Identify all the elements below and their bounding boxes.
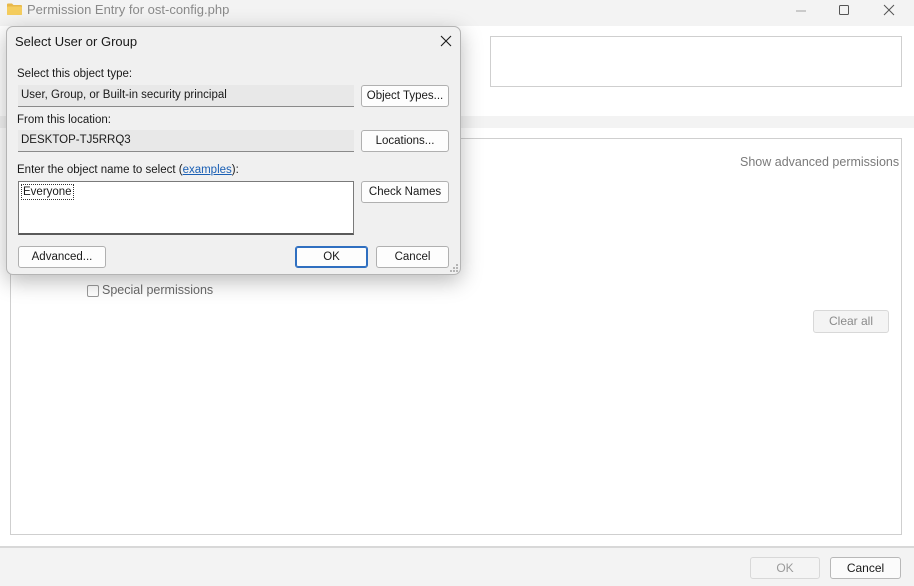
clear-all-button[interactable]: Clear all — [813, 310, 889, 333]
dialog-title: Select User or Group — [15, 34, 138, 49]
show-advanced-permissions-link[interactable]: Show advanced permissions — [740, 155, 899, 169]
dialog-close-button[interactable] — [433, 30, 459, 52]
object-name-input[interactable]: Everyone — [18, 181, 354, 235]
location-label: From this location: — [17, 114, 111, 126]
principal-group-box — [490, 36, 902, 87]
footer-divider — [0, 546, 914, 548]
maximize-icon — [839, 5, 849, 15]
object-type-field: User, Group, or Built-in security princi… — [18, 85, 354, 107]
locations-button[interactable]: Locations... — [361, 130, 449, 152]
permission-cancel-button[interactable]: Cancel — [830, 557, 901, 579]
object-type-label: Select this object type: — [17, 68, 133, 80]
cancel-button[interactable]: Cancel — [376, 246, 449, 268]
object-name-value: Everyone — [21, 184, 74, 200]
select-user-or-group-dialog: Select User or Group Select this object … — [6, 26, 461, 275]
resize-grip-icon[interactable] — [447, 261, 459, 273]
close-icon — [440, 35, 452, 47]
permission-ok-button[interactable]: OK — [750, 557, 820, 579]
object-name-label-prefix: Enter the object name to select ( — [17, 164, 183, 176]
special-permissions-checkbox[interactable] — [87, 285, 99, 297]
maximize-button[interactable] — [821, 0, 867, 22]
check-names-button[interactable]: Check Names — [361, 181, 449, 203]
advanced-button[interactable]: Advanced... — [18, 246, 106, 268]
examples-link[interactable]: examples — [183, 164, 232, 176]
ok-button[interactable]: OK — [295, 246, 368, 268]
object-name-label: Enter the object name to select (example… — [17, 164, 239, 176]
object-types-button[interactable]: Object Types... — [361, 85, 449, 107]
window-close-button[interactable] — [866, 0, 912, 22]
location-field: DESKTOP-TJ5RRQ3 — [18, 130, 354, 152]
minimize-icon — [796, 10, 806, 12]
close-icon — [883, 4, 895, 16]
folder-icon — [7, 3, 22, 15]
minimize-button[interactable] — [778, 0, 824, 22]
window-title: Permission Entry for ost-config.php — [27, 2, 230, 17]
special-permissions-label: Special permissions — [102, 283, 214, 297]
object-name-label-suffix: ): — [231, 164, 239, 176]
